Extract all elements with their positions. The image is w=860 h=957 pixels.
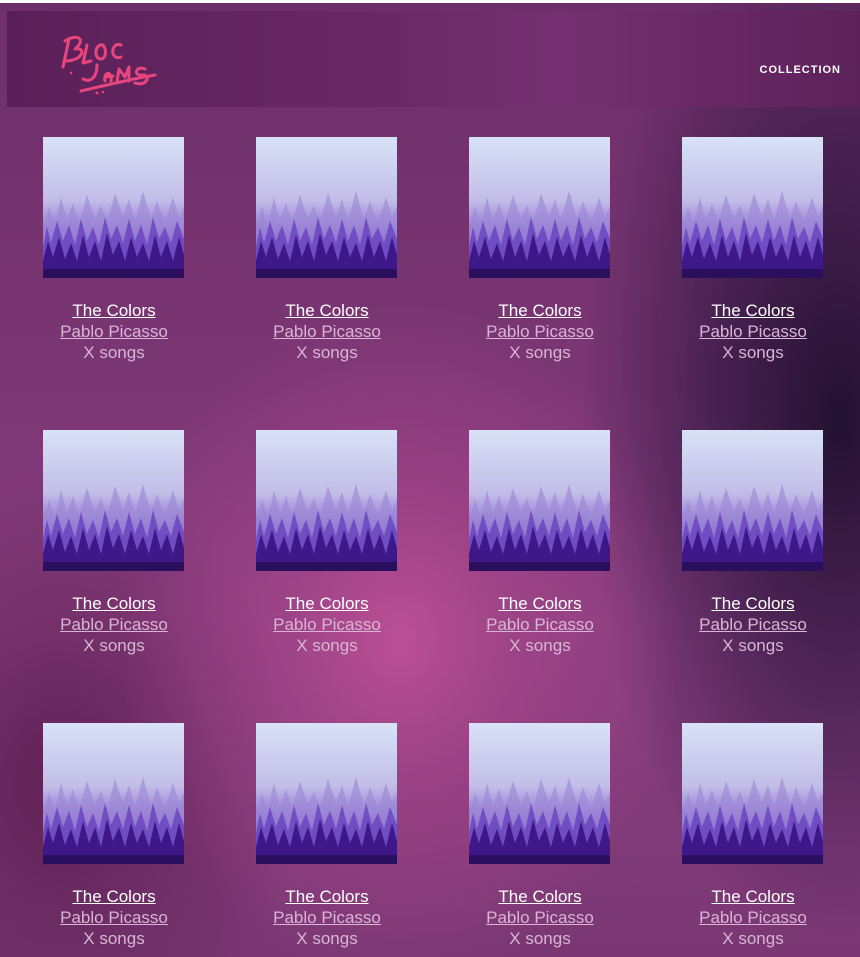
album-cover-image[interactable] [256, 137, 397, 278]
album-artist-link[interactable]: Pablo Picasso [227, 614, 427, 635]
forest-image-icon [682, 137, 823, 278]
album-song-count: X songs [722, 929, 784, 948]
album-artist-link[interactable]: Pablo Picasso [227, 907, 427, 928]
album-artist-link[interactable]: Pablo Picasso [14, 614, 214, 635]
album-artist-link[interactable]: Pablo Picasso [653, 907, 853, 928]
album-info: The Colors Pablo Picasso X songs [440, 886, 640, 949]
forest-image-icon [682, 723, 823, 864]
album-cover-image[interactable] [256, 430, 397, 571]
album-artist-link[interactable]: Pablo Picasso [653, 614, 853, 635]
forest-image-icon [256, 723, 397, 864]
album-cover-image[interactable] [43, 723, 184, 864]
album-song-count: X songs [296, 636, 358, 655]
forest-image-icon [682, 430, 823, 571]
album-info: The Colors Pablo Picasso X songs [440, 300, 640, 363]
album-title-link[interactable]: The Colors [227, 300, 427, 321]
album-title-link[interactable]: The Colors [440, 593, 640, 614]
album-title-link[interactable]: The Colors [440, 886, 640, 907]
album-song-count: X songs [509, 636, 571, 655]
album-title-link[interactable]: The Colors [653, 300, 853, 321]
forest-image-icon [469, 723, 610, 864]
album-artist-link[interactable]: Pablo Picasso [440, 321, 640, 342]
album-artist-link[interactable]: Pablo Picasso [14, 321, 214, 342]
forest-image-icon [256, 137, 397, 278]
forest-image-icon [469, 137, 610, 278]
album-title-link[interactable]: The Colors [440, 300, 640, 321]
album-cover-image[interactable] [469, 723, 610, 864]
album-info: The Colors Pablo Picasso X songs [653, 593, 853, 656]
album-artist-link[interactable]: Pablo Picasso [653, 321, 853, 342]
album-song-count: X songs [722, 343, 784, 362]
album-song-count: X songs [509, 343, 571, 362]
forest-image-icon [469, 430, 610, 571]
album-info: The Colors Pablo Picasso X songs [14, 593, 214, 656]
forest-image-icon [43, 137, 184, 278]
album-info: The Colors Pablo Picasso X songs [653, 300, 853, 363]
album-title-link[interactable]: The Colors [14, 886, 214, 907]
album-artist-link[interactable]: Pablo Picasso [14, 907, 214, 928]
album-info: The Colors Pablo Picasso X songs [227, 300, 427, 363]
album-cover-image[interactable] [43, 137, 184, 278]
album-title-link[interactable]: The Colors [653, 886, 853, 907]
forest-image-icon [256, 430, 397, 571]
album-artist-link[interactable]: Pablo Picasso [440, 614, 640, 635]
album-info: The Colors Pablo Picasso X songs [440, 593, 640, 656]
album-song-count: X songs [722, 636, 784, 655]
album-artist-link[interactable]: Pablo Picasso [440, 907, 640, 928]
album-artist-link[interactable]: Pablo Picasso [227, 321, 427, 342]
album-title-link[interactable]: The Colors [227, 593, 427, 614]
album-cover-image[interactable] [256, 723, 397, 864]
album-cover-image[interactable] [682, 723, 823, 864]
album-info: The Colors Pablo Picasso X songs [227, 593, 427, 656]
album-title-link[interactable]: The Colors [14, 300, 214, 321]
album-cover-image[interactable] [469, 430, 610, 571]
album-cover-image[interactable] [682, 430, 823, 571]
album-title-link[interactable]: The Colors [227, 886, 427, 907]
album-cover-image[interactable] [469, 137, 610, 278]
album-title-link[interactable]: The Colors [14, 593, 214, 614]
album-song-count: X songs [83, 929, 145, 948]
album-cover-image[interactable] [43, 430, 184, 571]
album-info: The Colors Pablo Picasso X songs [653, 886, 853, 949]
album-cover-image[interactable] [682, 137, 823, 278]
album-info: The Colors Pablo Picasso X songs [14, 886, 214, 949]
album-song-count: X songs [296, 929, 358, 948]
album-info: The Colors Pablo Picasso X songs [14, 300, 214, 363]
album-collection-grid: The Colors Pablo Picasso X songs The Colors… [0, 0, 860, 957]
album-song-count: X songs [509, 929, 571, 948]
album-title-link[interactable]: The Colors [653, 593, 853, 614]
album-info: The Colors Pablo Picasso X songs [227, 886, 427, 949]
album-song-count: X songs [296, 343, 358, 362]
album-song-count: X songs [83, 343, 145, 362]
forest-image-icon [43, 430, 184, 571]
album-song-count: X songs [83, 636, 145, 655]
forest-image-icon [43, 723, 184, 864]
